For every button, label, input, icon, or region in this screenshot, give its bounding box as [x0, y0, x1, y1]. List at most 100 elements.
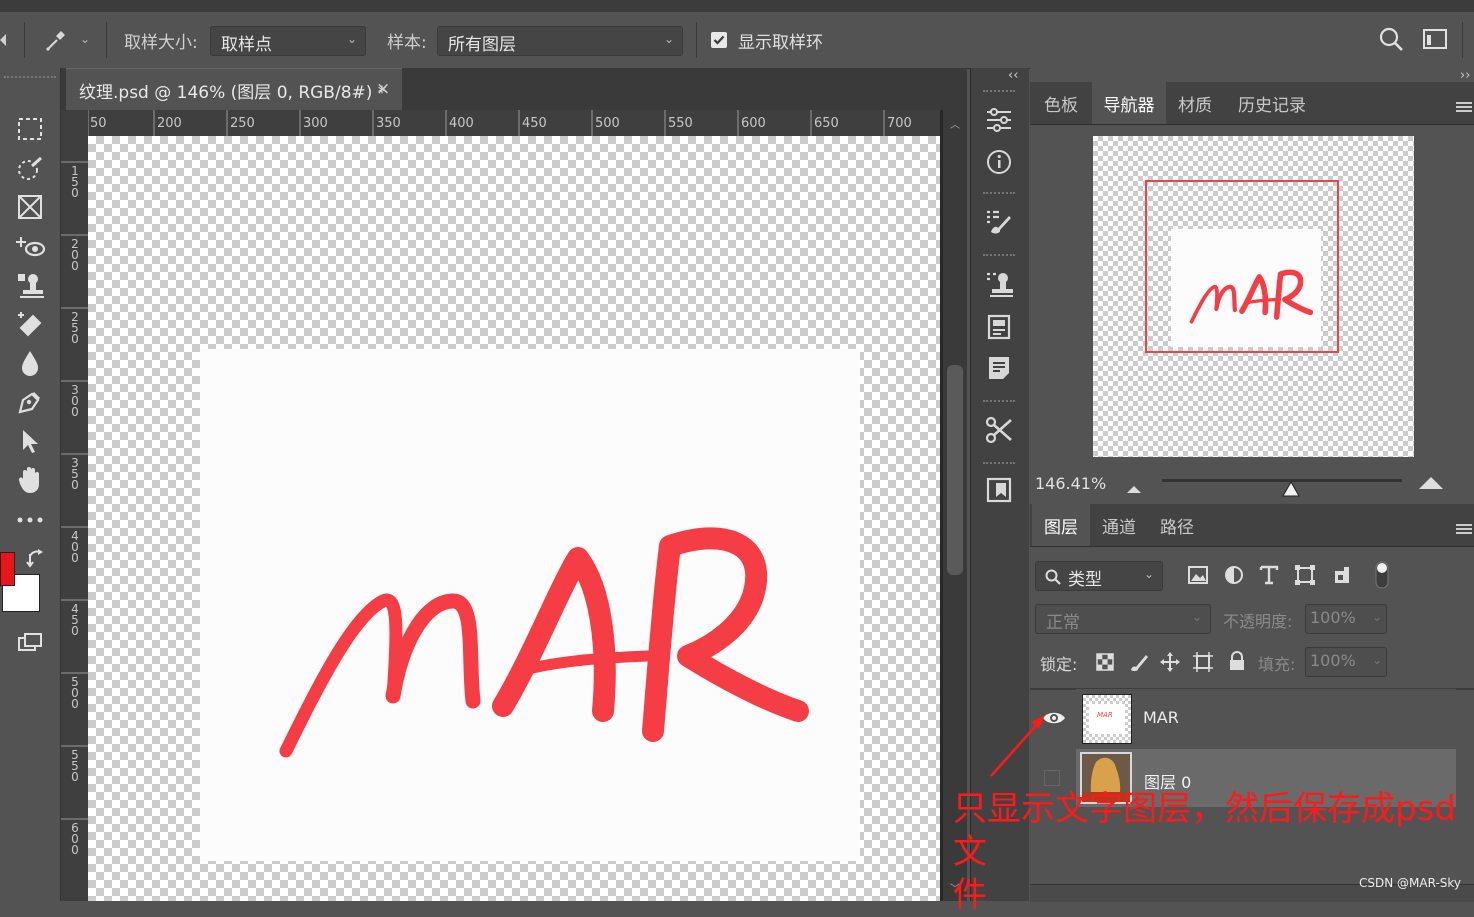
- options-bar: ⌄ 取样大小: 取样点 ⌄ 样本: 所有图层 ⌄ 显示取样环: [0, 12, 1474, 69]
- tab-materials[interactable]: 材质: [1166, 82, 1224, 124]
- home-icon[interactable]: [0, 32, 10, 48]
- filter-toggle[interactable]: [1375, 561, 1389, 589]
- notes-icon[interactable]: [983, 352, 1015, 384]
- ruler-label: 300: [303, 116, 328, 131]
- pixel-filter-icon[interactable]: [1188, 566, 1208, 588]
- view-box[interactable]: [1145, 180, 1339, 353]
- ruler-label: 550: [71, 748, 79, 784]
- quick-select-icon[interactable]: [12, 153, 48, 185]
- adjustment-filter-icon[interactable]: [1224, 565, 1244, 589]
- swap-icon[interactable]: [26, 548, 46, 568]
- path-select-icon[interactable]: [12, 425, 48, 457]
- panel-grip[interactable]: [983, 192, 1015, 198]
- clone-source-icon[interactable]: [983, 268, 1015, 300]
- more-icon[interactable]: [12, 504, 48, 536]
- blur-icon[interactable]: [12, 347, 48, 379]
- scroll-up-icon[interactable]: ︿: [950, 116, 960, 131]
- ruler-label: 600: [741, 116, 766, 131]
- panel-menu-icon[interactable]: [1456, 98, 1472, 117]
- sample-size-value: 取样点: [221, 35, 272, 55]
- lock-pixels-icon[interactable]: [1129, 652, 1149, 676]
- chevron-down-icon: ⌄: [663, 32, 674, 46]
- artboard-icon[interactable]: [983, 474, 1015, 506]
- divider: [24, 22, 25, 58]
- vertical-ruler: 150 200 250 300 350 400 450 500 550 600: [61, 136, 88, 901]
- shape-filter-icon[interactable]: [1295, 565, 1315, 589]
- collapse-icon[interactable]: ‹‹: [1008, 68, 1018, 83]
- thumb-white: [1089, 704, 1125, 734]
- stamp-icon[interactable]: [12, 269, 48, 301]
- ruler-label: 300: [71, 383, 79, 419]
- tab-channels[interactable]: 通道: [1090, 504, 1148, 546]
- type-filter-icon[interactable]: [1259, 565, 1279, 589]
- foreground-swatch[interactable]: [0, 552, 15, 586]
- canvas[interactable]: [88, 136, 940, 901]
- fill-field[interactable]: 100% ⌄: [1305, 647, 1387, 677]
- panel-grip[interactable]: [983, 400, 1015, 406]
- layer-row-mar[interactable]: MAR MAR: [1076, 689, 1456, 747]
- smart-object-filter-icon[interactable]: [1332, 565, 1352, 589]
- sample-value: 所有图层: [448, 35, 516, 55]
- tool-preset-picker[interactable]: ⌄: [42, 26, 96, 54]
- ruler-label: 350: [71, 456, 79, 492]
- ruler-label: 550: [668, 116, 693, 131]
- glyphs-icon[interactable]: [983, 311, 1015, 343]
- layer-filter-dropdown[interactable]: 类型 ⌄: [1035, 561, 1163, 591]
- vertical-scrollbar[interactable]: ︿ ﹀: [943, 110, 967, 901]
- lock-transparent-icon[interactable]: [1096, 653, 1114, 675]
- lock-icon[interactable]: [1228, 651, 1246, 675]
- expand-icon[interactable]: ››: [1460, 68, 1470, 83]
- spot-heal-icon[interactable]: [12, 231, 48, 263]
- brush-presets-icon[interactable]: [983, 206, 1015, 238]
- tab-history[interactable]: 历史记录: [1226, 82, 1318, 124]
- scrollbar-thumb[interactable]: [947, 365, 963, 575]
- ruler-label: 650: [814, 116, 839, 131]
- adjustments-icon[interactable]: [983, 104, 1015, 136]
- eraser-icon[interactable]: [12, 308, 48, 340]
- divider: [1462, 22, 1463, 58]
- tab-navigator[interactable]: 导航器: [1092, 82, 1166, 124]
- zoom-value[interactable]: 146.41%: [1035, 474, 1106, 493]
- ruler-label: 500: [71, 675, 79, 711]
- navigator-preview[interactable]: [1093, 136, 1414, 457]
- ruler-label: 400: [449, 116, 474, 131]
- chevron-down-icon: ⌄: [80, 32, 91, 46]
- lock-artboard-icon[interactable]: [1193, 652, 1213, 676]
- panel-grip[interactable]: [983, 462, 1015, 468]
- document-tab[interactable]: 纹理.psd @ 146% (图层 0, RGB/8#) * ×: [66, 68, 402, 110]
- ruler-label: 250: [230, 116, 255, 131]
- panel-menu-icon[interactable]: [1456, 520, 1472, 539]
- close-icon[interactable]: ×: [376, 79, 390, 99]
- hand-icon[interactable]: [12, 464, 48, 496]
- zoom-slider-thumb[interactable]: [1282, 480, 1300, 501]
- tab-layers[interactable]: 图层: [1032, 504, 1090, 546]
- sample-size-dropdown[interactable]: 取样点 ⌄: [210, 26, 366, 56]
- sample-dropdown[interactable]: 所有图层 ⌄: [437, 26, 683, 56]
- frame-icon[interactable]: [12, 191, 48, 223]
- panel-grip[interactable]: [4, 76, 56, 82]
- pen-icon[interactable]: [12, 386, 48, 418]
- blend-mode-dropdown[interactable]: 正常 ⌄: [1035, 604, 1211, 634]
- panel-grip[interactable]: [983, 90, 1015, 96]
- screen-mode-icon[interactable]: [12, 628, 48, 660]
- opacity-field[interactable]: 100% ⌄: [1305, 604, 1387, 634]
- ruler-label: 600: [71, 821, 79, 857]
- divider: [106, 22, 107, 58]
- ruler-label: 50: [90, 116, 107, 131]
- thumb-text: MAR: [1097, 711, 1113, 719]
- workspace-icon[interactable]: [1422, 27, 1450, 53]
- tool-presets-icon[interactable]: [983, 414, 1015, 446]
- search-icon[interactable]: [1378, 26, 1406, 54]
- panel-grip[interactable]: [983, 254, 1015, 260]
- zoom-in-icon[interactable]: [1418, 475, 1444, 494]
- zoom-out-icon[interactable]: [1126, 479, 1142, 498]
- show-ring-checkbox[interactable]: [711, 32, 727, 48]
- lock-position-icon[interactable]: [1160, 652, 1180, 676]
- tab-paths[interactable]: 路径: [1148, 504, 1206, 546]
- horizontal-ruler: 50 200 250 300 350 400 450 500 550 600 6…: [88, 110, 940, 137]
- chevron-down-icon: ⌄: [346, 32, 357, 46]
- info-icon[interactable]: [983, 146, 1015, 178]
- tab-swatches[interactable]: 色板: [1032, 82, 1090, 124]
- marquee-icon[interactable]: [12, 113, 48, 145]
- show-ring-label: 显示取样环: [738, 33, 823, 53]
